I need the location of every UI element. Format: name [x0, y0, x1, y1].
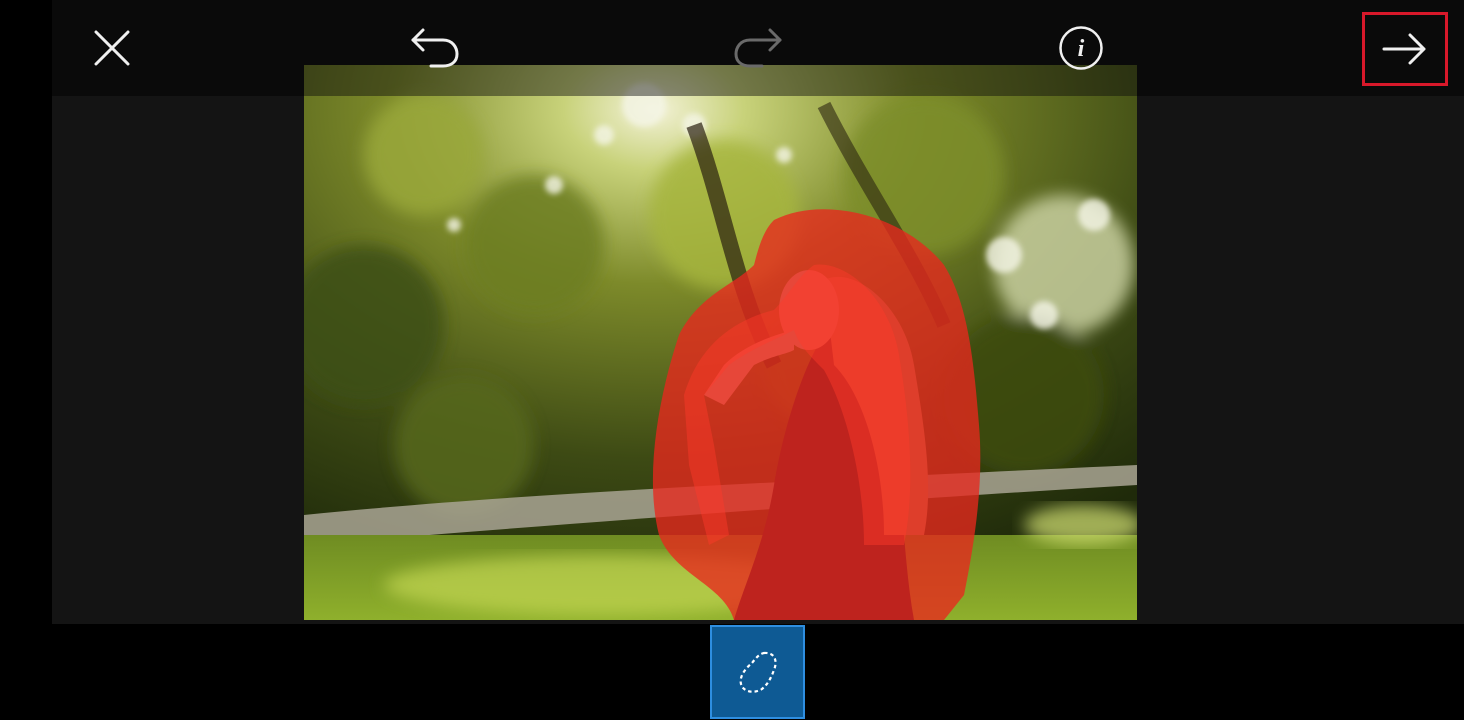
redo-icon: [734, 28, 782, 68]
lasso-select-icon: [739, 651, 777, 693]
undo-button[interactable]: [403, 14, 467, 78]
info-icon: i: [1059, 26, 1103, 70]
undo-icon: [411, 28, 459, 68]
arrow-right-icon: [1382, 33, 1426, 65]
close-button[interactable]: [80, 16, 144, 80]
photo-canvas[interactable]: [304, 65, 1137, 620]
info-button[interactable]: i: [1049, 16, 1113, 80]
next-button[interactable]: [1362, 12, 1448, 86]
info-glyph: i: [1078, 36, 1085, 62]
close-icon: [94, 30, 130, 66]
photo-image: [304, 65, 1137, 620]
lasso-tool-button[interactable]: [710, 625, 805, 719]
redo-button[interactable]: [726, 14, 790, 78]
